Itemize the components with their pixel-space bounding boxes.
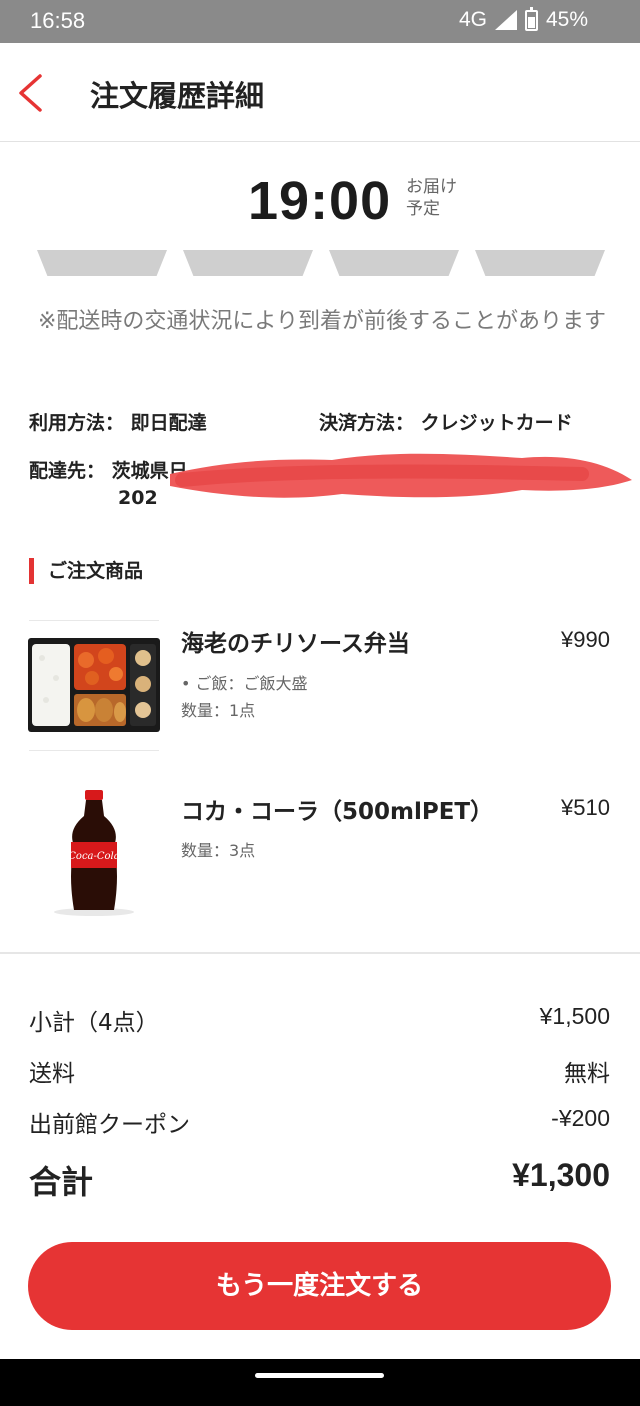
payment-label: 決済方法：	[319, 412, 415, 434]
subtotal-label: 小計（4点）	[29, 1010, 159, 1036]
progress-step	[475, 250, 605, 276]
usage-method: 利用方法： 即日配達	[29, 408, 207, 435]
chevron-left-icon	[19, 74, 42, 112]
item-option: • ご飯：ご飯大盛	[181, 674, 308, 693]
coupon-label: 出前館クーポン	[29, 1112, 190, 1138]
subtotal-row: 小計（4点） ¥1,500	[29, 1003, 610, 1036]
progress-step	[183, 250, 313, 276]
cola-bottle-image: Coca-Cola	[28, 786, 160, 918]
eta-label-line1: お届け	[406, 177, 457, 197]
reorder-button[interactable]: もう一度注文する	[28, 1242, 611, 1330]
delivery-progress	[37, 250, 605, 276]
item-name: コカ・コーラ（500mlPET）	[181, 799, 494, 825]
page-title: 注文履歴詳細	[90, 79, 265, 113]
total-value: ¥1,300	[512, 1157, 610, 1193]
subtotal-value: ¥1,500	[539, 1003, 610, 1029]
item-quantity: 数量：3点	[181, 841, 256, 860]
eta-label-line2: 予定	[406, 199, 440, 219]
shipping-value: 無料	[564, 1060, 610, 1086]
item-price: ¥990	[561, 627, 610, 652]
home-handle[interactable]	[255, 1373, 384, 1378]
usage-value: 即日配達	[130, 412, 207, 434]
item-price: ¥510	[561, 795, 610, 820]
network-label: 4G	[458, 8, 487, 31]
status-bar: 16:58 4G 45%	[0, 0, 640, 43]
battery-icon	[524, 6, 538, 31]
item-quantity: 数量：1点	[181, 701, 256, 720]
items-section-title: ご注文商品	[29, 558, 143, 584]
delivery-eta: 19:00 お届け 予定	[0, 170, 640, 240]
eta-time: 19:00	[248, 171, 392, 231]
svg-text:Coca-Cola: Coca-Cola	[68, 851, 119, 862]
redaction-mark	[170, 453, 632, 498]
shipping-label: 送料	[29, 1061, 75, 1087]
address-label: 配達先：	[29, 460, 106, 482]
divider	[29, 750, 159, 751]
progress-step	[329, 250, 459, 276]
shipping-row: 送料 無料	[29, 1054, 610, 1087]
total-row: 合計 ¥1,300	[29, 1157, 610, 1201]
usage-label: 利用方法：	[29, 412, 125, 434]
payment-method: 決済方法： クレジットカード	[319, 408, 573, 435]
payment-value: クレジットカード	[420, 412, 573, 434]
coupon-value: -¥200	[551, 1105, 610, 1131]
item-name: 海老のチリソース弁当	[181, 631, 410, 657]
battery-percent: 45%	[545, 8, 588, 31]
divider	[29, 620, 159, 621]
back-button[interactable]	[14, 73, 48, 113]
eta-label: お届け 予定	[406, 176, 476, 220]
status-indicators: 4G 45%	[458, 6, 588, 32]
bento-image	[28, 638, 160, 732]
status-time: 16:58	[30, 8, 86, 33]
coupon-row: 出前館クーポン -¥200	[29, 1105, 610, 1138]
system-nav-bar	[0, 1359, 640, 1406]
total-label: 合計	[29, 1163, 94, 1201]
section-divider	[0, 952, 640, 954]
delivery-notice: ※配送時の交通状況により到着が前後することがあります	[38, 309, 606, 334]
app-bar: 注文履歴詳細	[0, 43, 640, 142]
signal-icon	[494, 10, 517, 30]
address-line2: 202	[118, 487, 158, 509]
progress-step	[37, 250, 167, 276]
